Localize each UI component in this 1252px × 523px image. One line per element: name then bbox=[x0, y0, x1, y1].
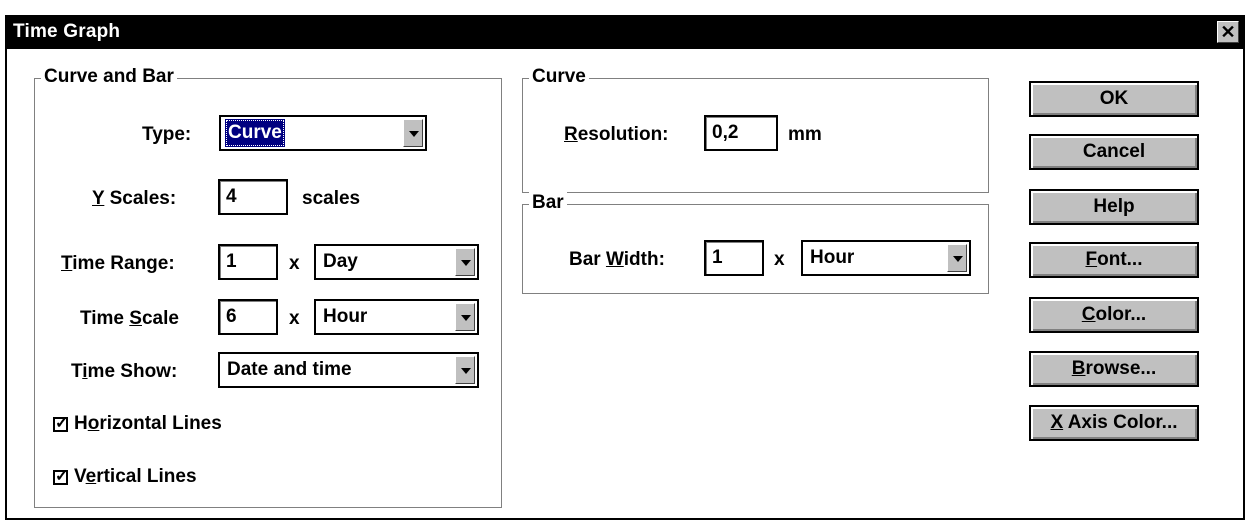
y-scales-label: Y Scales: bbox=[92, 188, 176, 210]
type-select[interactable]: Curve bbox=[219, 115, 427, 151]
font-accel: F bbox=[1085, 249, 1098, 270]
y-scales-unit: scales bbox=[302, 188, 361, 209]
ok-button[interactable]: OK bbox=[1029, 81, 1199, 117]
browse-accel: B bbox=[1071, 358, 1086, 379]
vertical-lines-accel: e bbox=[85, 466, 97, 487]
resolution-accel: R bbox=[564, 124, 578, 145]
time-show-label-rest: me Show: bbox=[87, 361, 178, 382]
time-scale-x: x bbox=[289, 308, 300, 329]
time-show-value: Date and time bbox=[227, 359, 352, 380]
color-accel: C bbox=[1081, 304, 1096, 325]
time-show-select[interactable]: Date and time bbox=[218, 352, 479, 388]
bar-width-accel: W bbox=[605, 249, 624, 270]
browse-button[interactable]: Browse... bbox=[1029, 351, 1199, 387]
chevron-down-icon[interactable] bbox=[403, 119, 423, 147]
cancel-button[interactable]: Cancel bbox=[1029, 134, 1199, 170]
time-scale-accel: S bbox=[129, 308, 142, 329]
curve-legend: Curve bbox=[529, 66, 589, 88]
time-range-x: x bbox=[289, 253, 300, 274]
horizontal-lines-accel: o bbox=[87, 413, 100, 434]
time-scale-unit-value: Hour bbox=[323, 306, 368, 327]
horizontal-lines-label: Horizontal Lines bbox=[74, 413, 222, 435]
resolution-label-rest: esolution: bbox=[577, 124, 669, 145]
time-range-label: Time Range: bbox=[61, 253, 175, 275]
bar-width-label: Bar Width: bbox=[569, 249, 665, 271]
resolution-input[interactable]: 0,2 bbox=[704, 115, 778, 151]
time-show-label: Time Show: bbox=[71, 361, 177, 383]
resolution-label: Resolution: bbox=[564, 124, 669, 146]
time-graph-dialog: Time Graph ✕ Curve and Bar Type: Curve Y… bbox=[5, 15, 1245, 520]
time-range-accel: T bbox=[61, 253, 73, 274]
time-range-unit-value: Day bbox=[323, 251, 358, 272]
curve-and-bar-legend: Curve and Bar bbox=[41, 66, 177, 88]
time-range-label-rest: ime Range: bbox=[72, 253, 175, 274]
time-scale-label: Time Scale bbox=[80, 308, 179, 330]
x-axis-color-accel: X bbox=[1050, 412, 1064, 433]
color-button[interactable]: Color... bbox=[1029, 297, 1199, 333]
x-axis-color-label-rest: Axis Color... bbox=[1063, 412, 1178, 433]
time-range-input[interactable]: 1 bbox=[218, 244, 278, 280]
vertical-lines-checkbox[interactable]: Vertical Lines bbox=[53, 466, 197, 488]
bar-width-unit-value: Hour bbox=[810, 247, 855, 268]
horizontal-lines-checkbox[interactable]: Horizontal Lines bbox=[53, 413, 222, 435]
chevron-down-icon[interactable] bbox=[455, 356, 475, 384]
x-axis-color-button[interactable]: X Axis Color... bbox=[1029, 405, 1199, 441]
y-scales-accel: Y bbox=[92, 188, 105, 209]
vertical-lines-label-pre: V bbox=[74, 466, 86, 487]
time-scale-label-pre: Time bbox=[80, 308, 130, 329]
y-scales-label-rest: Scales: bbox=[104, 188, 177, 209]
time-scale-label-rest: cale bbox=[141, 308, 179, 329]
checkbox-checked-icon[interactable] bbox=[53, 466, 68, 486]
close-icon[interactable]: ✕ bbox=[1217, 21, 1239, 43]
bar-width-label-pre: Bar bbox=[569, 249, 606, 270]
checkbox-checked-icon[interactable] bbox=[53, 413, 68, 433]
time-scale-input[interactable]: 6 bbox=[218, 299, 278, 335]
chevron-down-icon[interactable] bbox=[947, 244, 967, 272]
resolution-unit: mm bbox=[788, 124, 822, 145]
window-title: Time Graph bbox=[13, 21, 121, 42]
horizontal-lines-label-rest: rizontal Lines bbox=[99, 413, 222, 434]
bar-legend: Bar bbox=[529, 192, 567, 214]
type-label: Type: bbox=[142, 124, 192, 145]
help-button[interactable]: Help bbox=[1029, 189, 1199, 225]
chevron-down-icon[interactable] bbox=[455, 303, 475, 331]
bar-width-x: x bbox=[774, 249, 785, 270]
y-scales-input[interactable]: 4 bbox=[218, 179, 288, 215]
horizontal-lines-label-pre: H bbox=[74, 413, 88, 434]
title-bar: Time Graph ✕ bbox=[7, 17, 1243, 49]
bar-width-input[interactable]: 1 bbox=[704, 240, 764, 276]
vertical-lines-label: Vertical Lines bbox=[74, 466, 197, 488]
type-select-value: Curve bbox=[225, 119, 285, 147]
color-label-rest: olor... bbox=[1095, 304, 1147, 325]
chevron-down-icon[interactable] bbox=[455, 248, 475, 276]
time-range-unit-select[interactable]: Day bbox=[314, 244, 479, 280]
vertical-lines-label-rest: rtical Lines bbox=[96, 466, 197, 487]
font-button[interactable]: Font... bbox=[1029, 242, 1199, 278]
bar-width-label-rest: idth: bbox=[623, 249, 665, 270]
bar-width-unit-select[interactable]: Hour bbox=[801, 240, 971, 276]
browse-label-rest: rowse... bbox=[1085, 358, 1157, 379]
font-label-rest: ont... bbox=[1097, 249, 1143, 270]
time-scale-unit-select[interactable]: Hour bbox=[314, 299, 479, 335]
time-show-label-pre: T bbox=[71, 361, 83, 382]
